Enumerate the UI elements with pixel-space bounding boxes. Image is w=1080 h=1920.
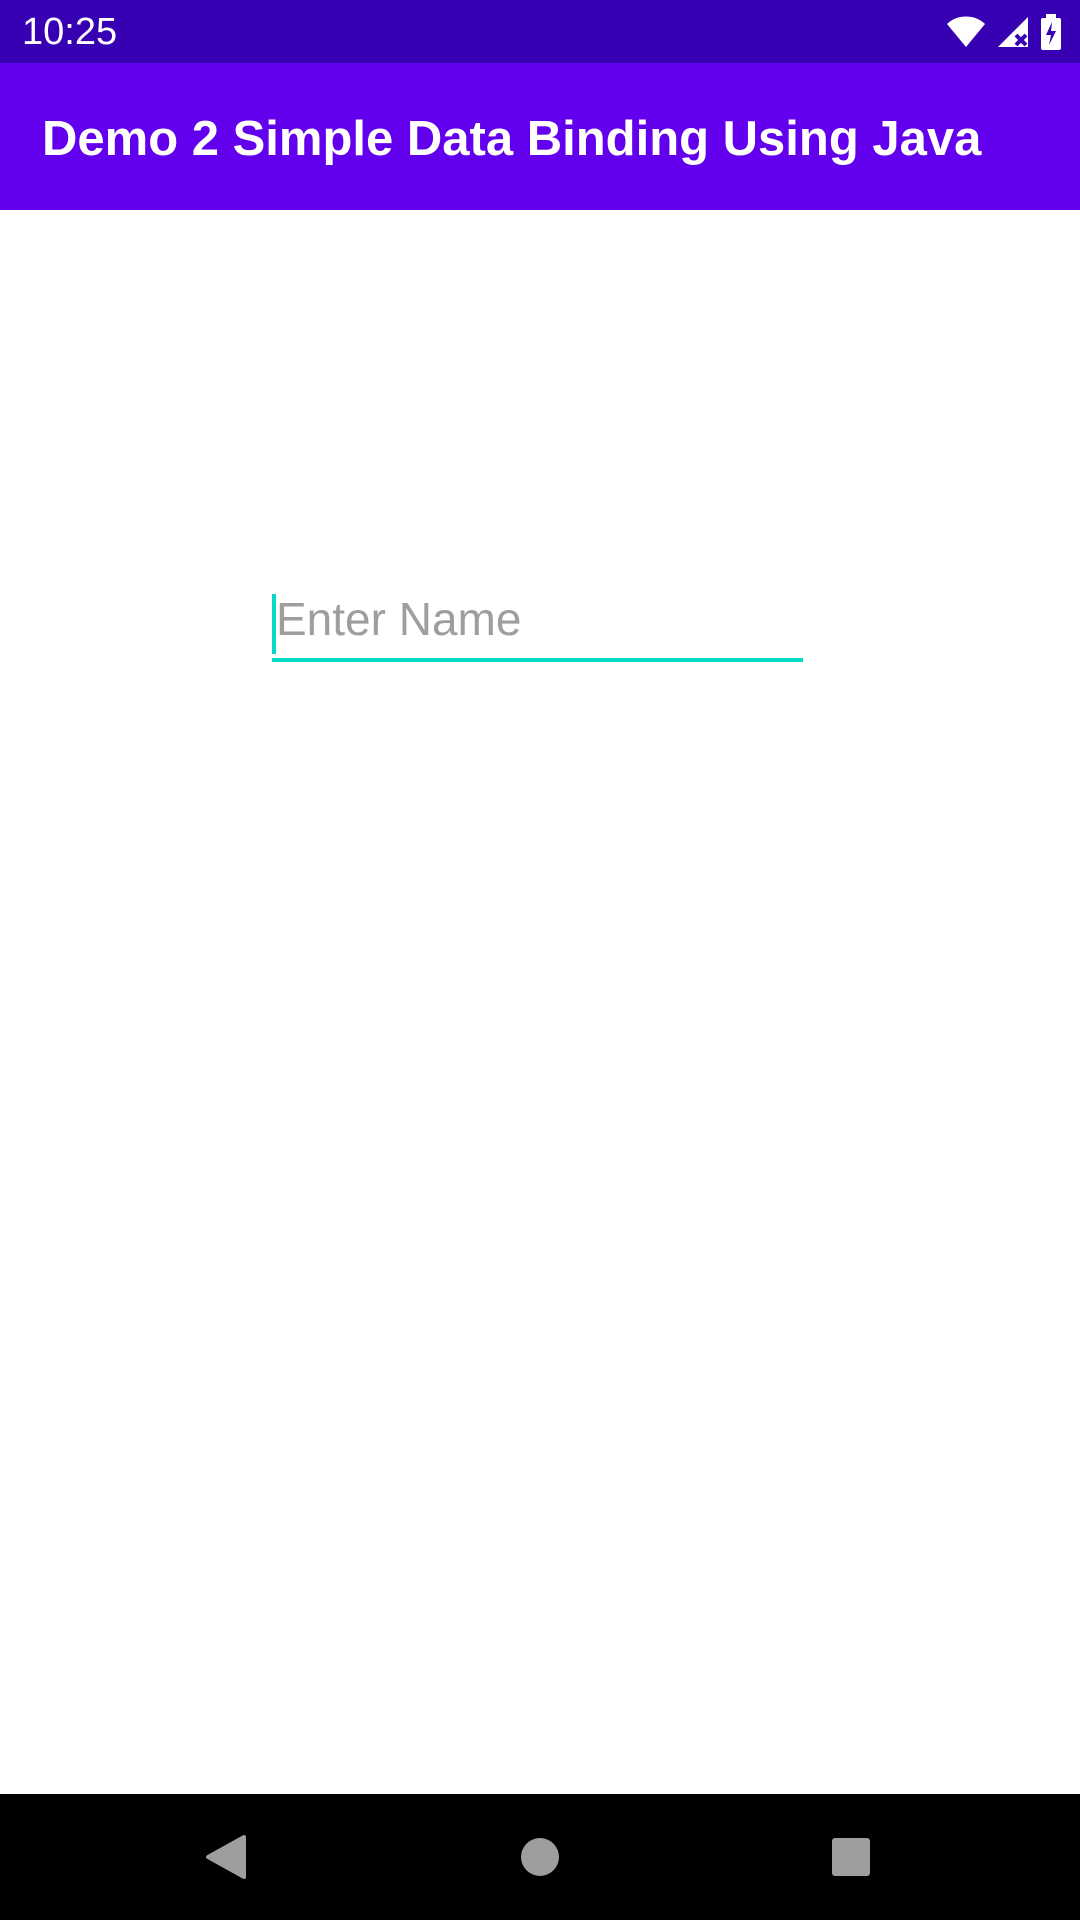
app-screen: 10:25 Demo 2 Simple Data Binding Using J… — [0, 0, 1080, 1920]
status-time: 10:25 — [22, 11, 118, 53]
app-title: Demo 2 Simple Data Binding Using Java — [42, 112, 982, 166]
text-cursor — [272, 594, 276, 654]
wifi-icon — [946, 15, 986, 49]
home-icon — [521, 1838, 559, 1876]
back-icon — [206, 1835, 246, 1879]
back-button[interactable] — [193, 1824, 259, 1890]
content-area — [0, 210, 1080, 1794]
status-bar: 10:25 — [0, 0, 1080, 63]
recents-icon — [832, 1838, 870, 1876]
cell-signal-icon — [996, 15, 1030, 49]
navigation-bar — [0, 1794, 1080, 1920]
name-field-container — [272, 580, 803, 670]
home-button[interactable] — [507, 1824, 573, 1890]
recents-button[interactable] — [818, 1824, 884, 1890]
app-bar: Demo 2 Simple Data Binding Using Java — [0, 63, 1080, 210]
status-icons — [946, 12, 1062, 52]
battery-charging-icon — [1040, 14, 1062, 50]
name-input[interactable] — [272, 580, 803, 662]
